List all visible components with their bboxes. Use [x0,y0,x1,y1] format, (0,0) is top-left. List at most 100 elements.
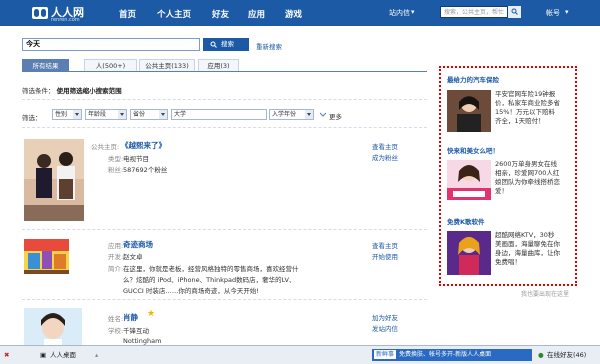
add-friend-link[interactable]: 加为好友 [372,312,398,322]
field-label: 简介: [108,265,124,273]
view-page-link[interactable]: 查看主页 [372,141,398,151]
start-app-link[interactable]: 开始使用 [372,251,398,261]
logo-icon [32,7,48,19]
divider [22,127,427,128]
online-friends-icon: ● [538,351,544,359]
top-nav-bar: 人人网 renren.com 首页 个人主页 好友 应用 游戏 站内信 ▾ 搜索… [0,0,600,26]
chevron-down-icon [305,110,313,119]
renren-logo[interactable]: 人人网 renren.com [32,5,84,23]
top-search-button[interactable] [508,6,521,18]
dating-ad-image [447,160,491,200]
logo-subtext: renren.com [51,17,80,23]
tv-show-photo [24,139,84,221]
chevron-down-icon[interactable] [320,112,326,118]
ad-text[interactable]: 超酷网络KTV，30秒美画面，海量聊免在你身边，海量曲库，让你免费唱！ [495,231,560,267]
field-label: 开发: [108,253,124,261]
app-description-line: GUCCI 时装店……你的商场奇迹，从今天开始! [123,287,259,295]
ad-text[interactable]: 平安官网车险19钟报价，私家车商业险多省15%！万元以下赔料齐全，1天赔付！ [495,90,560,126]
chevron-down-icon [118,110,126,119]
filter-label: 筛选： [22,114,42,122]
ad-image-3[interactable] [447,231,491,275]
gender-select-value: 性别 [55,111,68,118]
filter-condition-label: 筛选条件： [22,87,55,95]
field-label: 学校: [108,327,124,335]
ad-footer-link[interactable]: 我也要出现在这里 [521,289,569,298]
divider [22,299,427,300]
ad-text[interactable]: 2600万单身男女在线相亲，珍爱网700人红娘团队为你牵线搭桥恋爱！ [495,160,560,196]
nav-games[interactable]: 游戏 [285,8,302,20]
renren-desktop-taskbar: ✖ ▣ 人人桌面 ▴ 新鲜事 免费换肤、帐号多开-新版人人桌面 ● 在线好友(46… [0,345,600,364]
send-message-link[interactable]: 发站内信 [372,323,398,333]
desktop-app-label[interactable]: 人人桌面 [50,349,76,361]
person-school-2: Nottingham [123,337,162,345]
age-select[interactable]: 年龄段 [85,109,127,120]
search-icon [210,41,217,48]
field-label: 类型: [108,155,124,163]
page-type: 电视节目 [123,155,149,163]
karaoke-ad-image [447,231,491,275]
province-select[interactable]: 省份 [130,109,168,120]
app-description-line: 在这里，你就是老板，经营风格独特的零售商场，喜欢经营什 [123,265,299,273]
view-page-link[interactable]: 查看主页 [372,240,398,250]
school-input[interactable]: 大学 [171,109,267,120]
news-tag: 新鲜事 [374,350,397,359]
messages-link[interactable]: 站内信 [389,8,410,18]
divider [22,99,427,100]
top-search-input[interactable]: 搜索，公共主页，帮忙 [440,6,508,18]
app-description-line: 么？炫酷的 iPod、iPhone、Thinkpad数码店，奢华的LV、 [123,276,296,284]
ad-image-2[interactable] [447,160,491,200]
account-dropdown-icon[interactable]: ▾ [565,8,569,16]
news-text: 免费换肤、帐号多开-新版人人桌面 [399,351,492,358]
person-school: 千锋互动 [123,327,149,335]
nav-apps[interactable]: 应用 [248,8,265,20]
age-select-value: 年龄段 [88,111,107,118]
car-ad-image [447,90,491,132]
search-button-label: 搜索 [221,40,234,48]
avatar [24,308,82,345]
message-dropdown-icon[interactable]: ▾ [411,8,415,16]
year-select-value: 入学年份 [272,111,297,118]
field-label: 粉丝: [108,166,124,174]
nav-home[interactable]: 首页 [119,8,136,20]
more-filters-link[interactable]: 更多 [329,111,342,121]
desktop-app-icon[interactable]: ▣ [40,349,46,361]
public-page-name[interactable]: 《越熙来了》 [121,140,166,151]
gender-select[interactable]: 性别 [52,109,82,120]
ad-image-1[interactable] [447,90,491,132]
field-label: 公共主页: [91,143,120,151]
result-photo-2[interactable] [24,239,69,274]
chevron-down-icon [73,110,81,119]
account-menu[interactable]: 帐号 [546,8,560,18]
search-button[interactable]: 搜索 [203,38,249,51]
province-select-value: 省份 [133,111,146,118]
filter-condition-value: 使用筛选缩小搜索范围 [56,87,122,95]
reset-search-link[interactable]: 重新搜索 [256,41,282,51]
ad-title[interactable]: 快来和美女么吧！ [447,145,499,155]
fan-count: 587692个粉丝 [123,166,168,174]
field-label: 姓名: [108,315,124,323]
person-name[interactable]: 肖静 [123,312,138,323]
school-input-value: 大学 [174,111,187,118]
star-icon: ★ [147,309,156,319]
online-friends-count[interactable]: 在线好友(46) [547,349,586,361]
search-icon [511,8,518,15]
app-developer: 赵文卓 [123,253,143,261]
chevron-down-icon [159,110,167,119]
become-fan-link[interactable]: 成为粉丝 [372,152,398,162]
app-name[interactable]: 奇迹商场 [123,239,153,250]
result-photo-3[interactable] [24,308,82,345]
search-input[interactable]: 今天 [22,38,200,51]
ad-title[interactable]: 最给力的汽车保险 [447,74,499,84]
nav-friends[interactable]: 好友 [212,8,229,20]
ad-title[interactable]: 免费K歌软件 [447,216,485,226]
tabs-underline [22,71,427,72]
news-ticker[interactable]: 新鲜事 免费换肤、帐号多开-新版人人桌面 [372,349,532,361]
filter-condition: 筛选条件： 使用筛选缩小搜索范围 [22,85,122,95]
divider [22,229,427,230]
close-icon[interactable]: ✖ [4,349,9,361]
nav-profile[interactable]: 个人主页 [157,8,191,20]
year-select[interactable]: 入学年份 [269,109,314,120]
menu-icon[interactable]: ▴ [95,349,98,361]
result-photo-1[interactable] [24,139,84,221]
field-label: 应用: [108,242,124,250]
